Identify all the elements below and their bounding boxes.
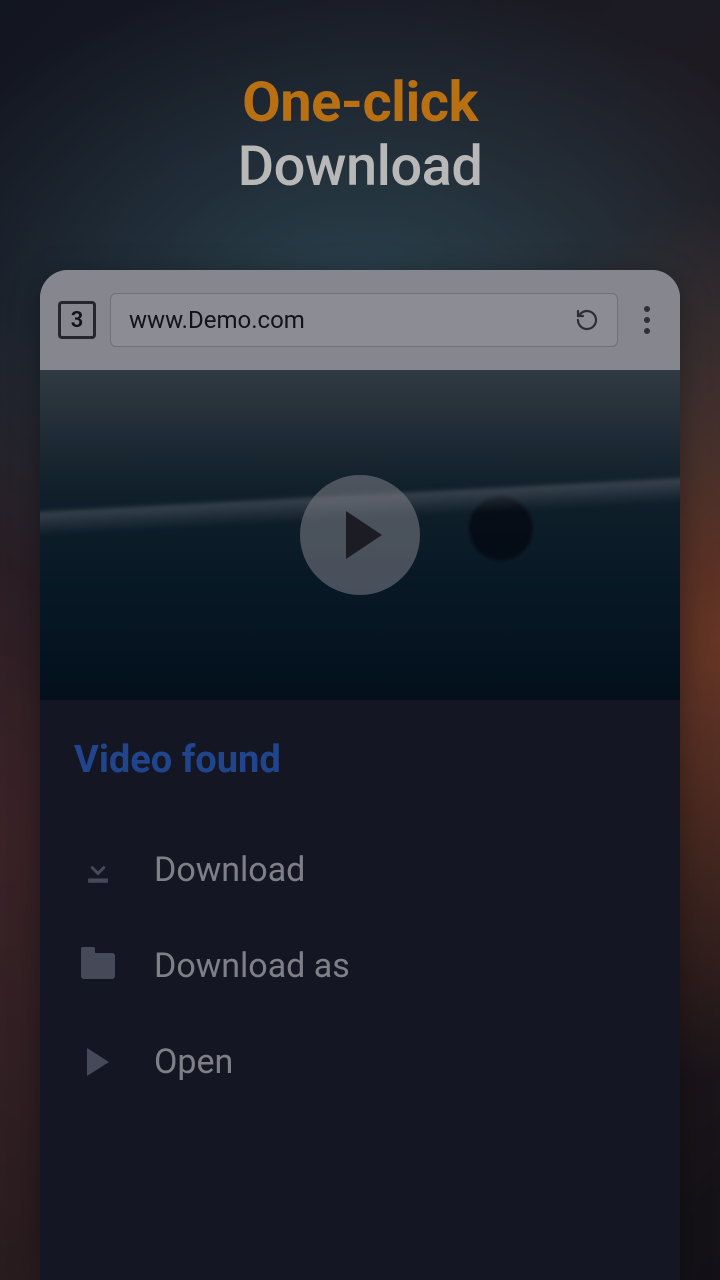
open-button[interactable]: Open [74, 1014, 646, 1110]
open-icon [78, 1042, 118, 1082]
device-card: 3 www.Demo.com Video found [40, 270, 680, 1280]
headline-sub: Download [238, 133, 483, 199]
promo-headline: One-click Download [0, 0, 720, 199]
more-menu-icon[interactable] [632, 306, 662, 334]
download-icon [78, 850, 118, 890]
browser-bar: 3 www.Demo.com [40, 270, 680, 370]
sheet-title: Video found [74, 738, 646, 782]
headline-accent: One-click [242, 69, 478, 135]
download-as-button[interactable]: Download as [74, 918, 646, 1014]
open-label: Open [154, 1042, 233, 1082]
download-button[interactable]: Download [74, 822, 646, 918]
refresh-icon[interactable] [575, 308, 599, 332]
download-label: Download [154, 850, 305, 890]
address-url: www.Demo.com [129, 306, 305, 334]
folder-icon [78, 946, 118, 986]
video-thumbnail [40, 370, 680, 700]
play-icon [346, 511, 382, 559]
tab-count-value: 3 [71, 308, 84, 333]
download-as-label: Download as [154, 946, 350, 986]
tab-count-button[interactable]: 3 [58, 301, 96, 339]
address-bar[interactable]: www.Demo.com [110, 293, 618, 347]
play-button[interactable] [300, 475, 420, 595]
video-found-sheet: Video found Download Download as Open [40, 700, 680, 1130]
